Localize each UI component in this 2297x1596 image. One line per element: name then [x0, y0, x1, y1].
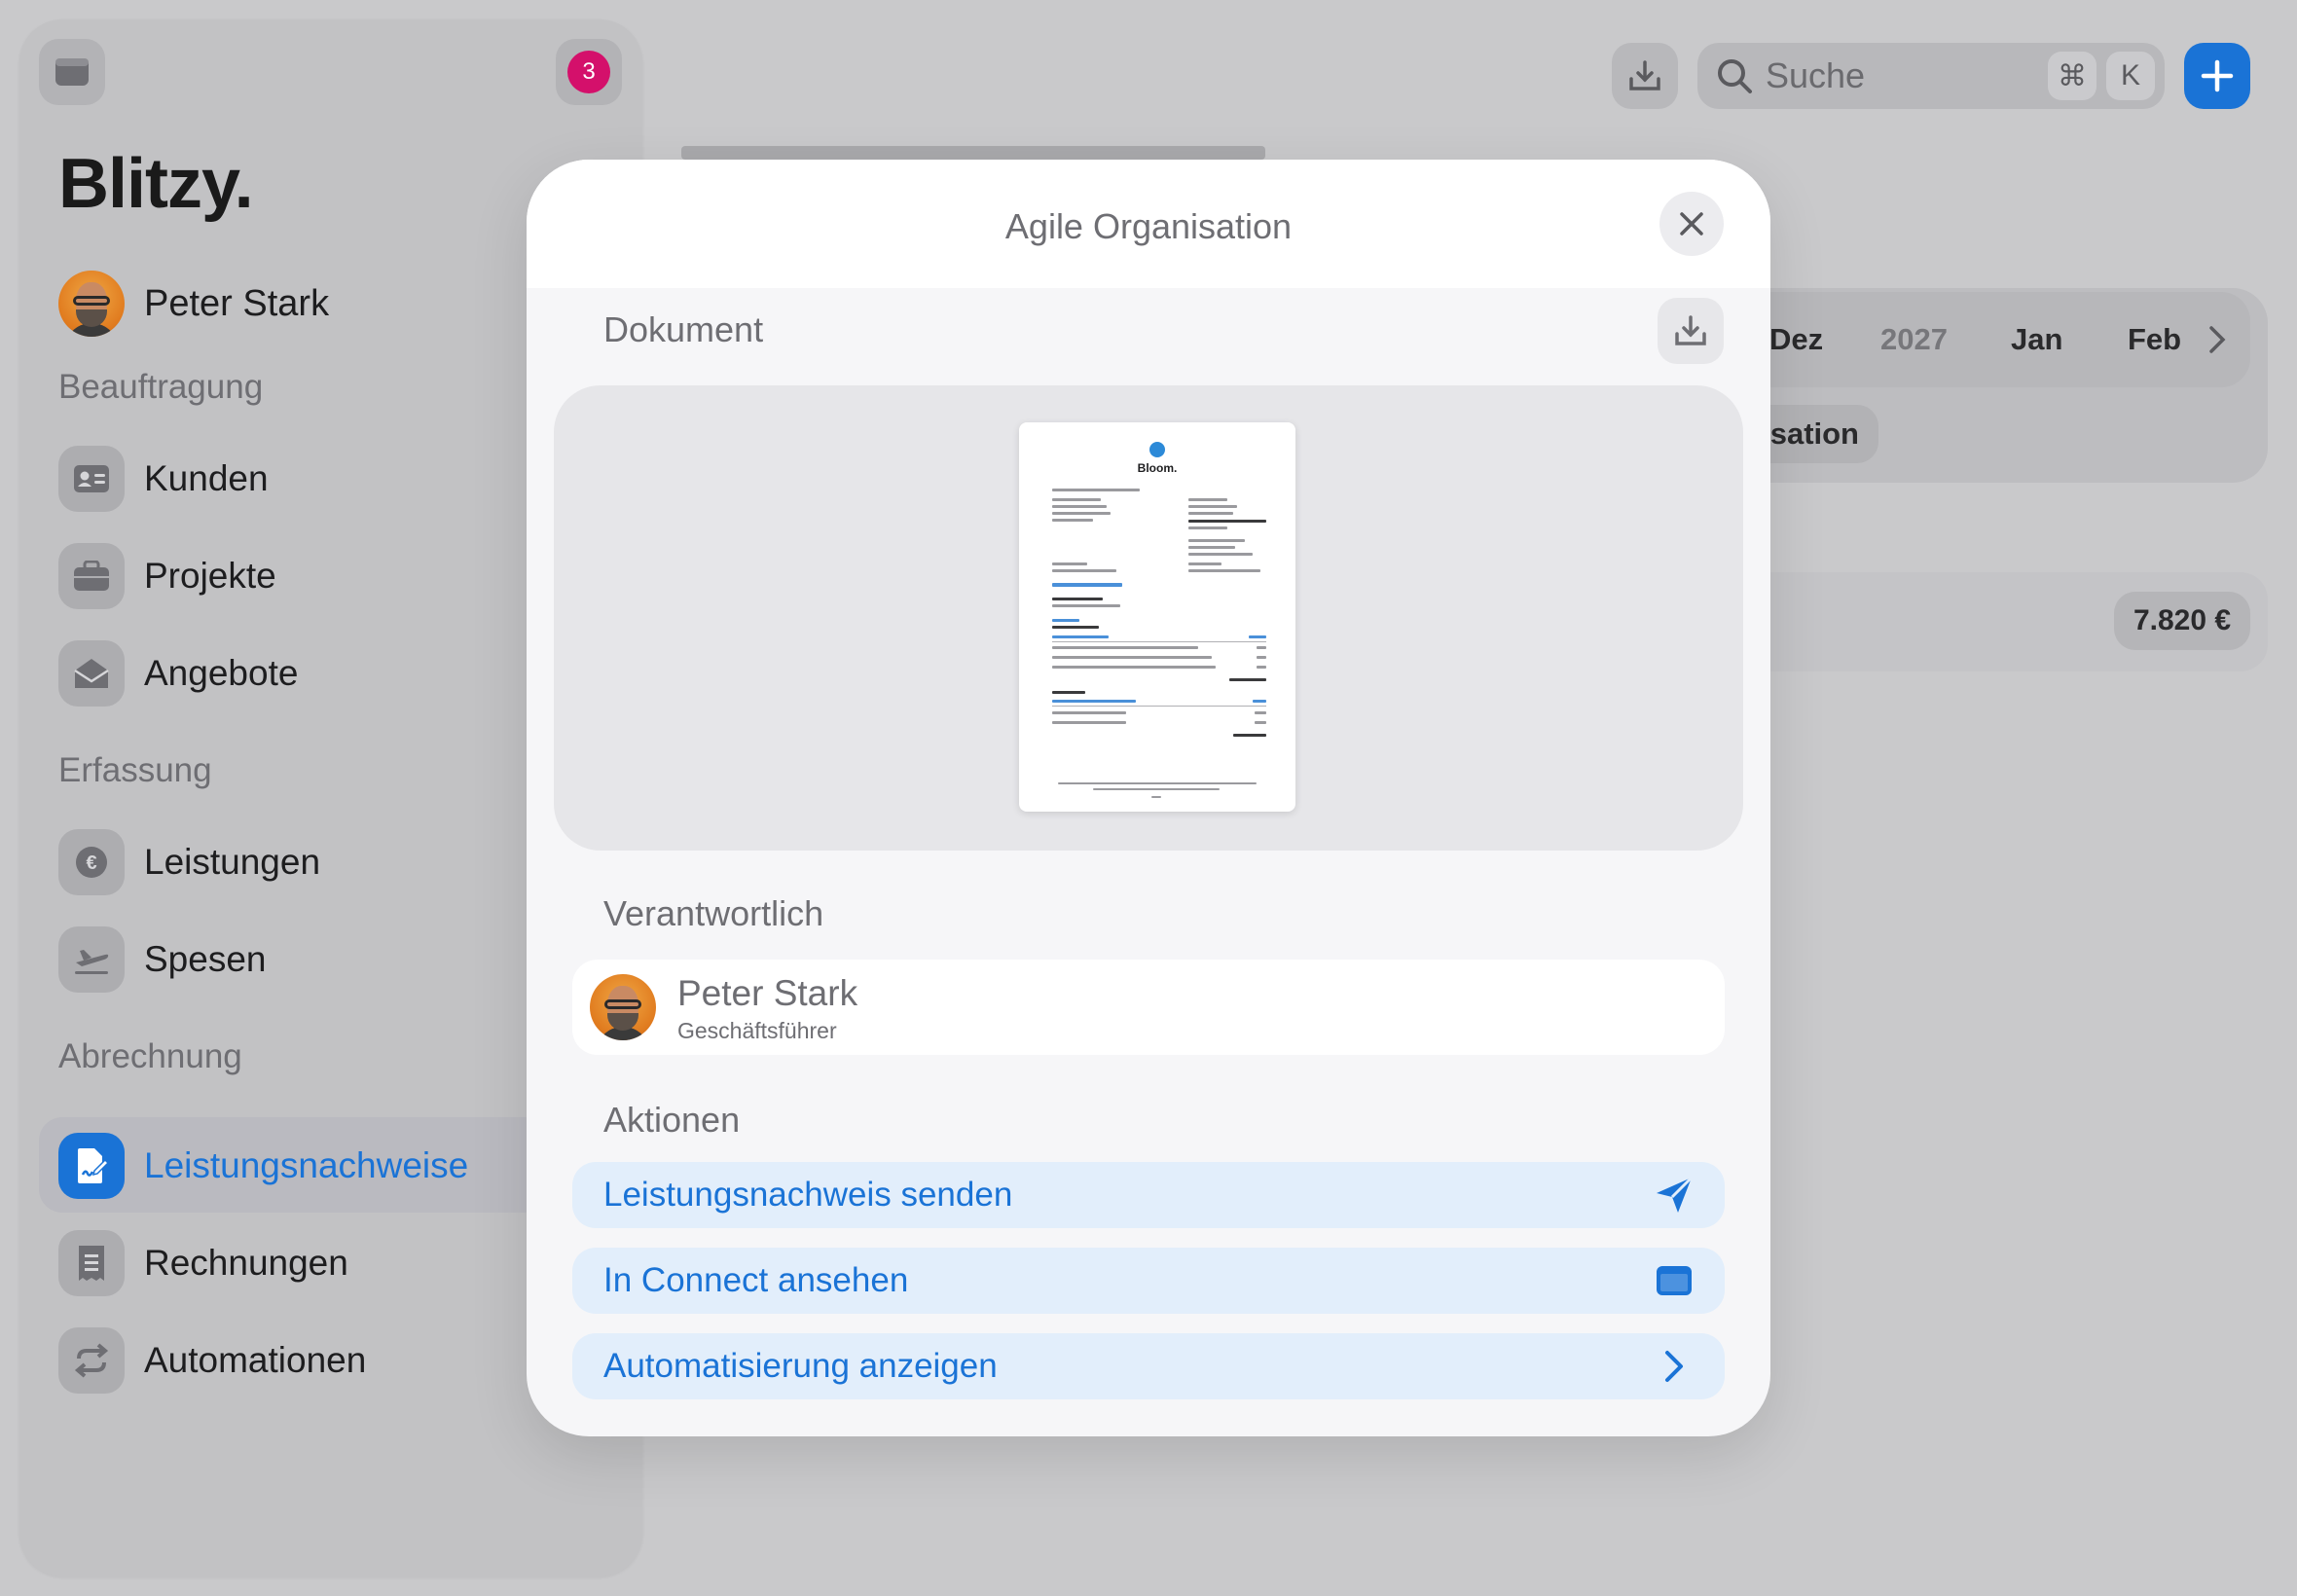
svg-text:€: € [86, 852, 96, 874]
chevron-right-icon[interactable] [2207, 325, 2227, 354]
app-logo: Blitzy. [58, 145, 254, 223]
action-label: Leistungsnachweis senden [603, 1176, 1013, 1214]
sidebar-item-kunden[interactable]: Kunden [58, 446, 269, 512]
briefcase-icon [58, 543, 125, 609]
responsible-name: Peter Stark [677, 973, 858, 1013]
user-name: Peter Stark [144, 282, 330, 324]
euro-icon: € [58, 829, 125, 895]
send-report-button[interactable]: Leistungsnachweis senden [572, 1162, 1725, 1228]
amount-badge: 7.820 € [2114, 592, 2250, 650]
search-bar[interactable]: Suche ⌘ K [1697, 43, 2165, 109]
sidebar-item-leistungen[interactable]: € Leistungen [58, 829, 320, 895]
sidebar-item-label: Angebote [144, 653, 299, 693]
section-abrechnung: Abrechnung [58, 1037, 242, 1075]
plus-icon [2201, 59, 2234, 92]
sidebar-item-angebote[interactable]: Angebote [58, 640, 298, 707]
close-icon [1680, 212, 1703, 236]
page-title-placeholder [681, 146, 1265, 160]
signed-document-icon [58, 1133, 125, 1199]
download-icon [1675, 315, 1706, 345]
sidebar-item-label: Leistungen [144, 842, 321, 882]
bloom-logo-icon [1149, 442, 1165, 457]
modal-header: Agile Organisation [527, 160, 1770, 288]
modal-title: Agile Organisation [1004, 206, 1293, 246]
add-button[interactable] [2184, 43, 2250, 109]
sidebar-item-label: Rechnungen [144, 1243, 348, 1283]
action-label: In Connect ansehen [603, 1261, 909, 1299]
search-placeholder: Suche [1766, 55, 1866, 95]
sidebar-toggle-button[interactable] [39, 39, 105, 105]
repeat-icon [58, 1327, 125, 1394]
receipt-icon [58, 1230, 125, 1296]
chevron-right-icon [1651, 1343, 1697, 1390]
download-document-button[interactable] [1658, 298, 1724, 364]
download-icon [1629, 60, 1660, 91]
user-profile[interactable]: Peter Stark [58, 271, 329, 337]
responsible-label: Verantwortlich [603, 893, 824, 933]
sidebar-item-automationen[interactable]: Automationen [58, 1327, 366, 1394]
document-modal: Agile Organisation Dokument Bloom. Veran… [527, 160, 1770, 1436]
document-preview-area[interactable]: Bloom. [554, 385, 1743, 851]
sidebar-item-rechnungen[interactable]: Rechnungen [58, 1230, 348, 1296]
notification-badge: 3 [567, 51, 610, 93]
send-icon [1651, 1172, 1697, 1218]
window-icon [1651, 1257, 1697, 1304]
sidebar-toggle-icon [55, 58, 89, 86]
document-label: Dokument [603, 309, 764, 349]
sidebar-item-spesen[interactable]: Spesen [58, 926, 267, 993]
sidebar-item-projekte[interactable]: Projekte [58, 543, 276, 609]
year-label: 2027 [1880, 322, 1948, 356]
avatar [590, 974, 656, 1040]
airplane-icon [58, 926, 125, 993]
action-label: Automatisierung anzeigen [603, 1347, 998, 1385]
month-feb[interactable]: Feb [2128, 292, 2181, 387]
search-icon [1713, 54, 1756, 97]
sidebar-item-label: Leistungsnachweise [144, 1145, 469, 1185]
avatar [58, 271, 125, 337]
envelope-open-icon [58, 640, 125, 707]
sidebar-item-label: Automationen [144, 1340, 367, 1380]
document-thumbnail[interactable]: Bloom. [1019, 422, 1295, 812]
document-heading [1052, 583, 1122, 587]
responsible-role: Geschäftsführer [677, 1018, 837, 1043]
shortcut-cmd-key: ⌘ [2048, 52, 2096, 100]
month-dez[interactable]: Dez [1769, 292, 1823, 387]
month-jan[interactable]: Jan [2011, 292, 2062, 387]
close-button[interactable] [1659, 192, 1724, 256]
responsible-person-card[interactable]: Peter Stark Geschäftsführer [572, 960, 1725, 1055]
shortcut-k-key: K [2106, 52, 2155, 100]
notifications-button[interactable]: 3 [556, 39, 622, 105]
view-in-connect-button[interactable]: In Connect ansehen [572, 1248, 1725, 1314]
month-selector[interactable]: Dez 2027 Jan Feb [1694, 292, 2250, 387]
section-beauftragung: Beauftragung [58, 368, 264, 406]
sidebar-item-label: Kunden [144, 458, 269, 498]
actions-label: Aktionen [603, 1100, 741, 1140]
document-brand: Bloom. [1137, 461, 1178, 475]
sidebar-item-leistungsnachweise[interactable]: Leistungsnachweise [58, 1133, 468, 1199]
sidebar-item-label: Spesen [144, 939, 267, 979]
show-automation-button[interactable]: Automatisierung anzeigen [572, 1333, 1725, 1399]
contact-card-icon [58, 446, 125, 512]
sidebar-item-label: Projekte [144, 556, 276, 596]
export-button[interactable] [1612, 43, 1678, 109]
section-erfassung: Erfassung [58, 751, 212, 789]
